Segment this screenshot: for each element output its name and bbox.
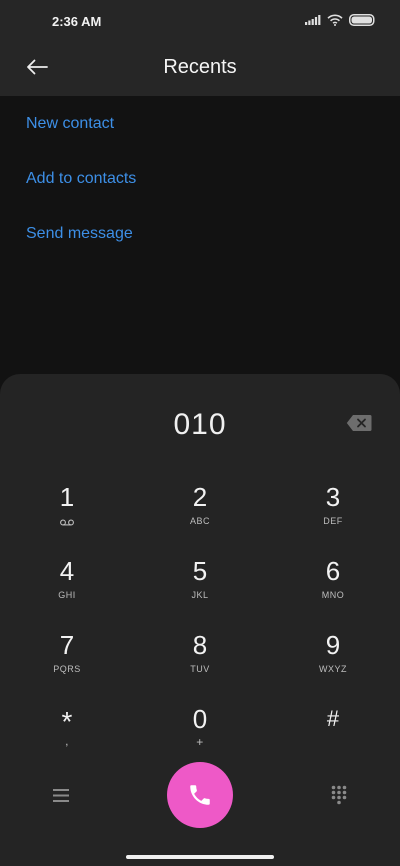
key-digit: 0 [192,704,208,734]
battery-icon [349,14,375,26]
key-digit: 9 [325,630,341,660]
phone-icon [190,785,210,805]
add-to-contacts-link[interactable]: Add to contacts [26,170,136,188]
key-digit: # [326,706,340,731]
dialpad-toggle-button[interactable] [322,782,356,808]
backspace-icon[interactable] [346,414,372,432]
key-letters: , [65,734,69,748]
key-letters: WXYZ [319,664,347,674]
key-7[interactable]: 7 PQRS [12,630,122,696]
send-message-link[interactable]: Send message [26,225,133,243]
key-3[interactable]: 3 DEF [278,482,388,548]
key-digit: 8 [192,630,208,660]
key-8[interactable]: 8 TUV [145,630,255,696]
key-0[interactable]: 0 + [145,704,255,770]
top-area: 2:36 AM Recents [0,0,400,96]
menu-button[interactable] [44,782,78,808]
key-digit: 2 [192,482,208,512]
key-9[interactable]: 9 WXYZ [278,630,388,696]
app-bar: Recents [0,44,400,96]
wifi-icon [327,14,343,26]
key-4[interactable]: 4 GHI [12,556,122,622]
status-icons [305,14,376,26]
page-title: Recents [163,56,237,78]
key-star[interactable]: * , [12,704,122,770]
key-letters: DEF [323,516,343,526]
key-letters: GHI [58,590,76,600]
key-pound[interactable]: # [278,704,388,770]
key-digit: 3 [325,482,341,512]
new-contact-link[interactable]: New contact [26,115,114,133]
key-letters: + [196,735,204,749]
dialpad: 010 1 2 ABC 3 DEF 4 GHI 5 JKL 6 MNO 7 PQ… [0,374,400,866]
menu-icon [53,788,69,802]
status-time: 2:36 AM [52,14,102,29]
key-digit: 4 [59,556,75,586]
key-5[interactable]: 5 JKL [145,556,255,622]
key-letters: JKL [191,590,209,600]
key-1[interactable]: 1 [12,482,122,548]
key-6[interactable]: 6 MNO [278,556,388,622]
call-button[interactable] [167,762,233,828]
key-digit: 6 [325,556,341,586]
home-indicator[interactable] [126,855,274,859]
dialed-number: 010 [173,408,227,441]
key-letters: ABC [189,516,210,526]
key-digit: 1 [59,482,75,512]
dialpad-icon [331,785,347,805]
key-letters: PQRS [53,664,81,674]
voicemail-icon [60,519,74,526]
key-2[interactable]: 2 ABC [145,482,255,548]
signal-icon [305,15,321,25]
key-letters: TUV [190,664,210,674]
key-letters: MNO [321,590,345,600]
key-digit: 7 [59,630,75,660]
status-bar: 2:36 AM [0,0,400,44]
key-digit: 5 [192,556,208,586]
